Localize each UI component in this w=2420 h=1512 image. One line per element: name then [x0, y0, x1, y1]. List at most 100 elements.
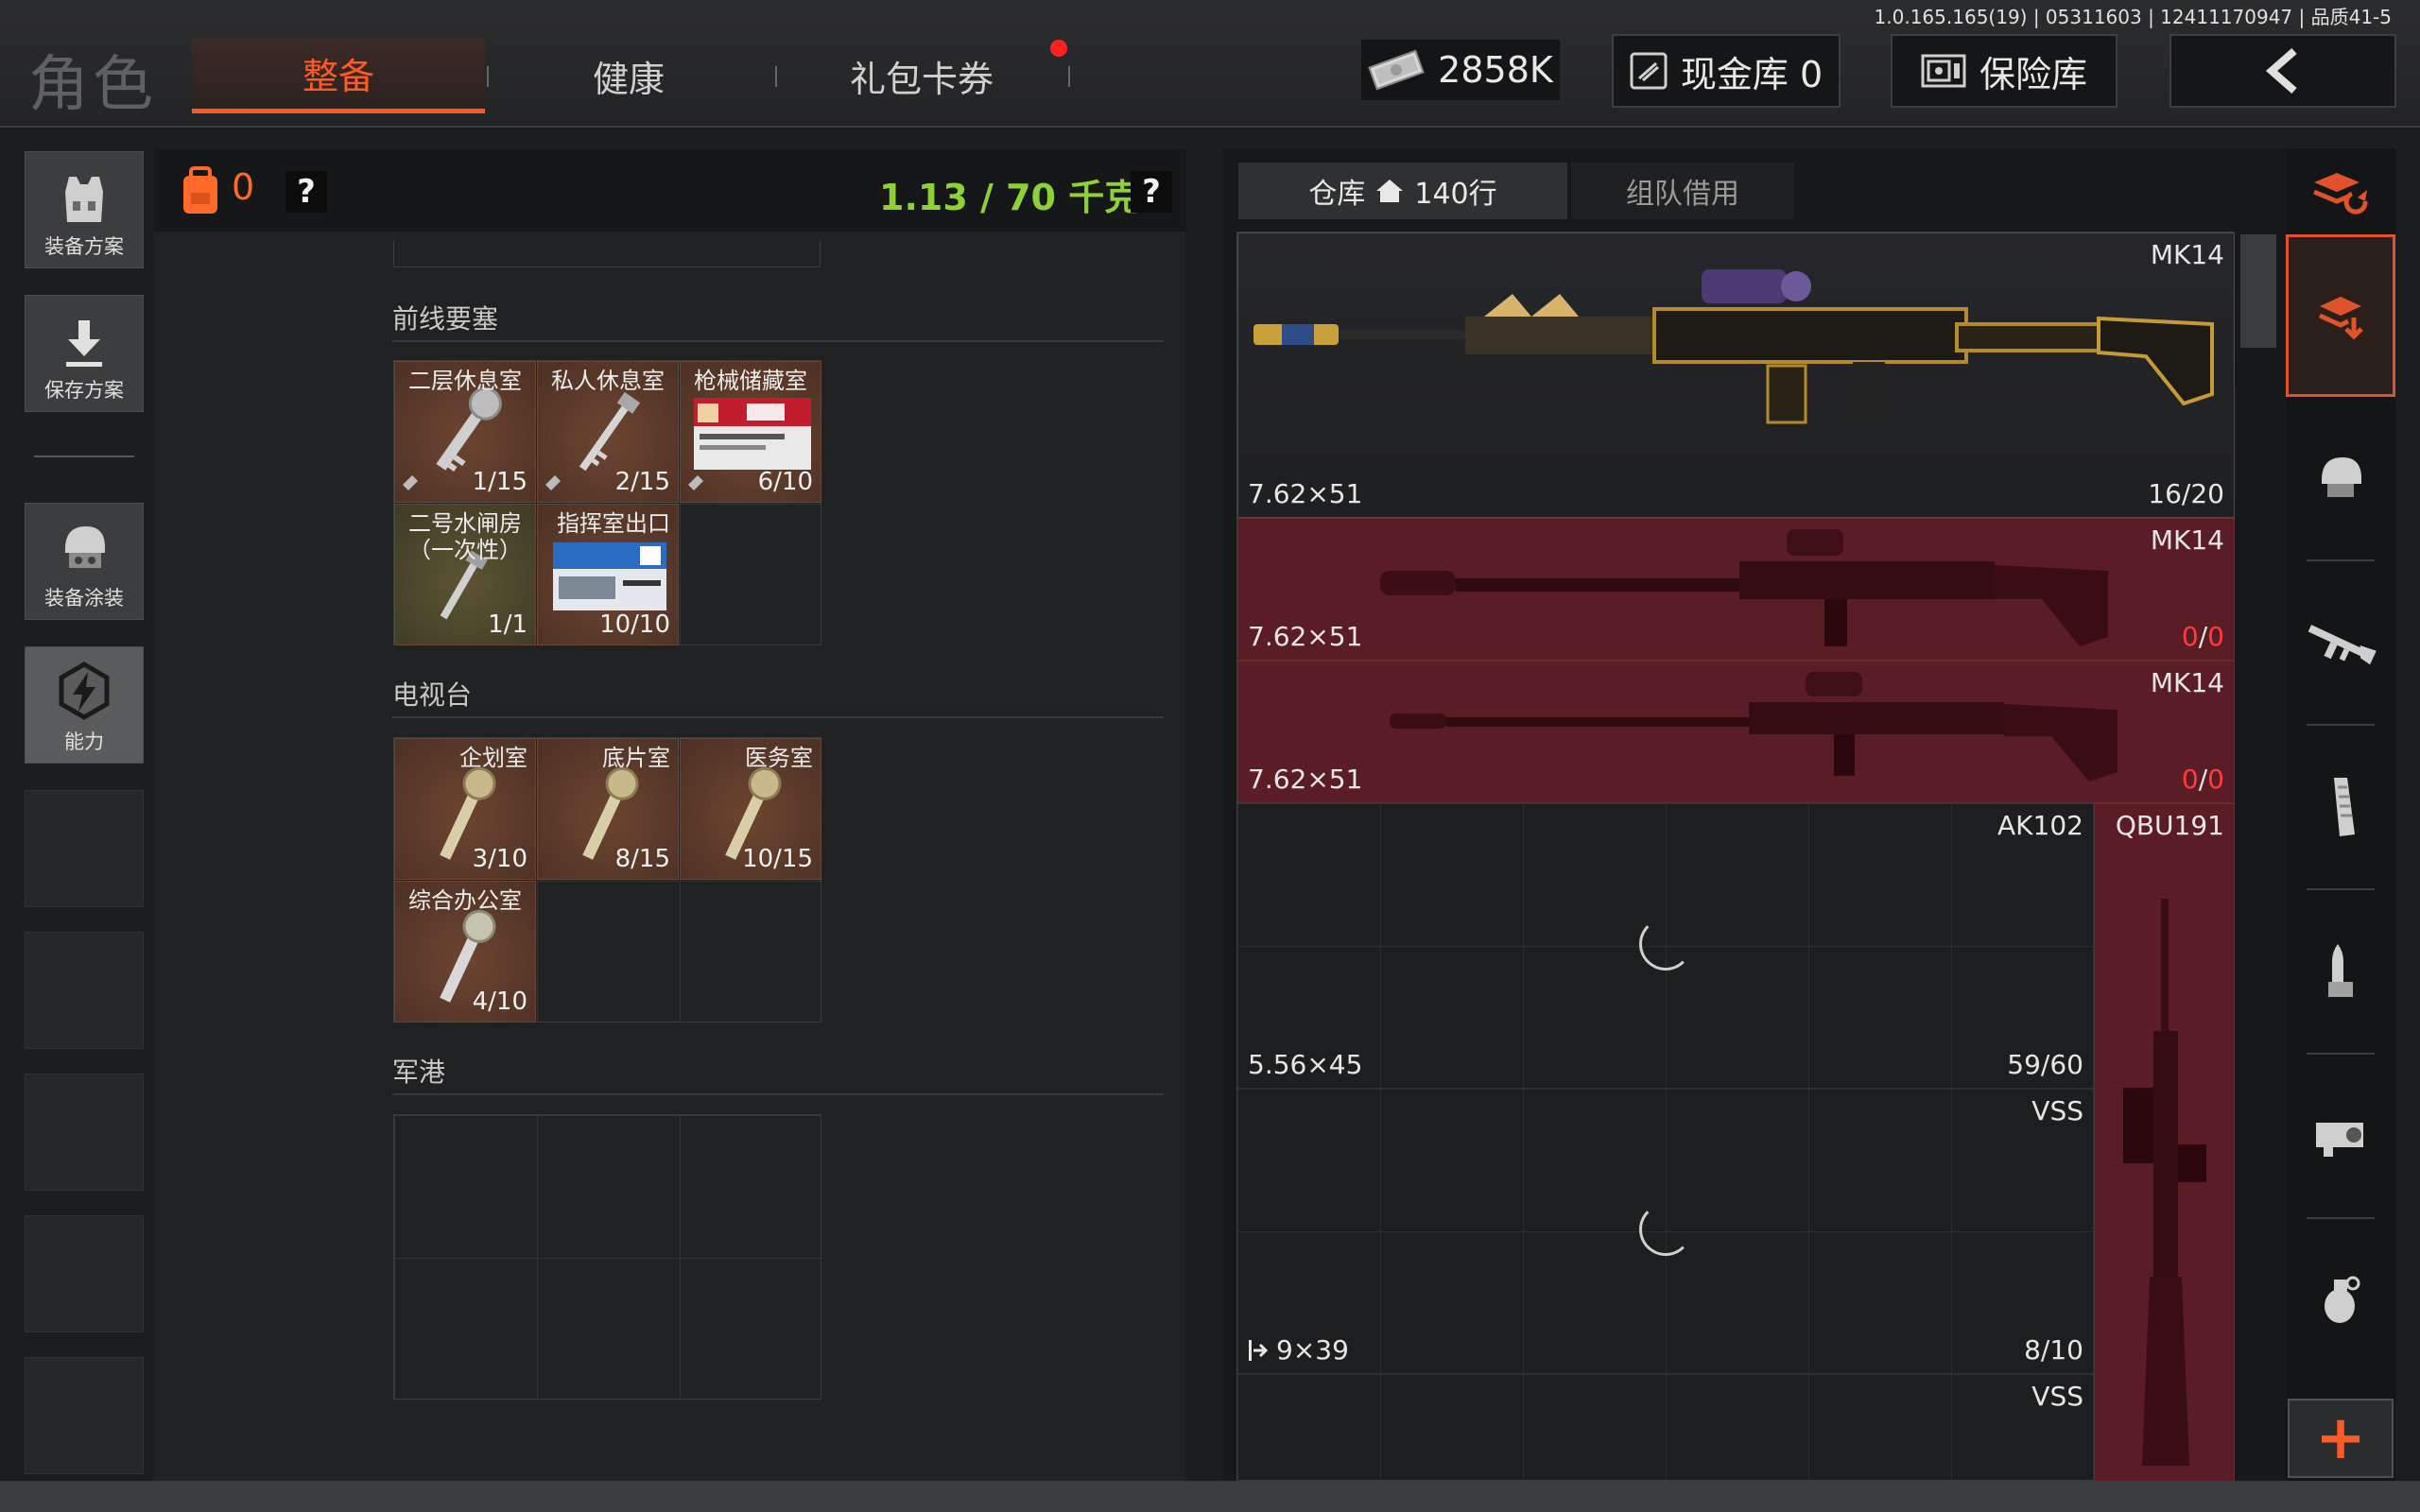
empty-left-slot — [25, 1074, 144, 1191]
lightning-hexagon-icon — [59, 662, 110, 720]
weapon-card-broken[interactable]: MK14 7.62×51 0/0 — [1237, 518, 2235, 661]
section-title: 前线要塞 — [392, 303, 499, 335]
weapon-card[interactable]: VSS — [1237, 1374, 2094, 1482]
key-count: 6/10 — [757, 468, 813, 496]
tab-divider — [775, 66, 777, 87]
weapon-card[interactable]: AK102 5.56×45 59/60 — [1237, 803, 2094, 1089]
weapon-card[interactable]: VSS 9×39 8/10 — [1237, 1089, 2094, 1374]
empty-left-slot — [25, 1215, 144, 1332]
weapon-card-broken[interactable]: QBU191 — [2094, 803, 2235, 1482]
key-slot[interactable]: 指挥室出口 10/10 — [537, 504, 679, 645]
tab-gift[interactable]: 礼包卡券 — [785, 38, 1059, 113]
key-slot[interactable]: 企划室 3/10 — [394, 738, 536, 880]
key-count: 3/10 — [472, 845, 527, 873]
left-divider — [34, 455, 134, 457]
weapon-name: QBU191 — [2115, 810, 2224, 841]
scope-icon — [2316, 1123, 2363, 1157]
rifle-image — [1380, 529, 2108, 646]
key-slot[interactable]: 二号水闸房（一次性） 1/1 — [394, 504, 536, 645]
key-count: 2/15 — [614, 468, 670, 496]
key-count: 8/15 — [614, 845, 670, 873]
key-name: 底片室 — [602, 745, 670, 771]
ammo-type: 7.62×51 — [1248, 621, 1363, 652]
weapon-name: VSS — [2031, 1381, 2083, 1412]
ammo-type: 5.56×45 — [1248, 1049, 1363, 1080]
equipment-paint-button[interactable]: 装备涂装 — [25, 503, 144, 620]
equipment-plan-button[interactable]: 装备方案 — [25, 151, 144, 268]
sort-stack-icon — [2313, 173, 2368, 215]
key-name: 二层休息室 — [408, 368, 522, 394]
cash-vault-label: 现金库 0 — [1680, 53, 1824, 95]
key-slot[interactable]: 枪械储藏室 6/10 — [680, 361, 821, 503]
category-attachment[interactable] — [2286, 1055, 2395, 1217]
weapon-name: AK102 — [1997, 810, 2083, 841]
vault-icon — [1630, 52, 1668, 90]
category-all[interactable] — [2286, 234, 2395, 397]
backpack-help-button[interactable]: ? — [285, 171, 327, 213]
stack-down-icon — [2318, 297, 2363, 340]
durability: 8/10 — [2024, 1334, 2083, 1366]
key-slot[interactable]: 医务室 10/15 — [680, 738, 821, 880]
home-icon — [1376, 180, 1404, 202]
vest-icon — [65, 177, 103, 222]
warehouse-rows: 140行 — [1414, 178, 1497, 211]
helmet-icon — [2322, 457, 2361, 497]
key-count: 1/1 — [488, 610, 527, 639]
notification-dot — [1050, 40, 1067, 57]
category-magazine[interactable] — [2286, 726, 2395, 888]
section-divider — [392, 340, 1164, 342]
weapon-name: VSS — [2031, 1095, 2083, 1126]
top-bar: 1.0.165.165(19) | 05311603 | 12411170947… — [0, 0, 2420, 128]
key-slot[interactable]: 私人休息室 2/15 — [537, 361, 679, 503]
safe-icon — [1921, 54, 1966, 88]
warehouse-scrollbar[interactable] — [2240, 234, 2276, 348]
download-icon — [66, 320, 102, 367]
section-divider — [392, 1093, 1164, 1095]
category-helmet[interactable] — [2286, 397, 2395, 559]
key-grid-empty — [393, 1114, 821, 1400]
section-divider — [392, 716, 1164, 718]
magazine-icon — [2334, 778, 2355, 836]
key-count: 10/10 — [599, 610, 670, 639]
save-plan-button[interactable]: 保存方案 — [25, 295, 144, 412]
loading-spinner — [1639, 918, 1692, 971]
backpack-icon — [183, 166, 217, 214]
bullet-icon — [2328, 944, 2353, 997]
safe-button[interactable]: 保险库 — [1891, 34, 2118, 108]
key-slot[interactable]: 综合办公室 4/10 — [394, 881, 536, 1022]
ammo-type: 7.62×51 — [1248, 764, 1363, 795]
key-slot[interactable]: 底片室 8/15 — [537, 738, 679, 880]
tab-team-borrow[interactable]: 组队借用 — [1571, 163, 1794, 219]
key-count: 10/15 — [742, 845, 813, 873]
sort-button[interactable] — [2286, 151, 2395, 232]
key-slot[interactable]: 二层休息室 1/15 — [394, 361, 536, 503]
tab-equip[interactable]: 整备 — [192, 38, 485, 113]
cash-icon — [1368, 49, 1425, 91]
weapon-card-broken[interactable]: MK14 7.62×51 0/0 — [1237, 661, 2235, 803]
cash-vault-button[interactable]: 现金库 0 — [1612, 34, 1841, 108]
tab-health[interactable]: 健康 — [492, 38, 766, 113]
tab-warehouse[interactable]: 仓库 140行 — [1238, 163, 1567, 219]
ability-button[interactable]: 能力 — [25, 646, 144, 764]
weapon-name: MK14 — [2150, 239, 2224, 270]
add-button[interactable]: + — [2288, 1399, 2394, 1478]
key-name: 综合办公室 — [408, 887, 522, 914]
weight-help-button[interactable]: ? — [1131, 171, 1172, 213]
money-amount: 2858K — [1438, 49, 1553, 91]
weapon-card[interactable]: MK14 7.62×51 16/20 — [1237, 232, 2235, 518]
back-button[interactable] — [2169, 34, 2396, 108]
bottom-strip — [0, 1481, 2420, 1512]
exit-icon — [1249, 1340, 1269, 1361]
section-title: 电视台 — [392, 679, 473, 711]
category-grenade[interactable] — [2286, 1219, 2395, 1382]
equipment-plan-label: 装备方案 — [44, 235, 124, 258]
category-rifle[interactable] — [2286, 561, 2395, 724]
rifle-image — [1253, 269, 2214, 424]
rifle-image — [1390, 672, 2118, 782]
durability: 0/0 — [2181, 764, 2224, 795]
tab-divider — [487, 66, 489, 87]
durability: 59/60 — [2007, 1049, 2083, 1080]
ammo-type: 7.62×51 — [1248, 478, 1363, 509]
key-count: 1/15 — [472, 468, 527, 496]
category-ammo[interactable] — [2286, 890, 2395, 1053]
